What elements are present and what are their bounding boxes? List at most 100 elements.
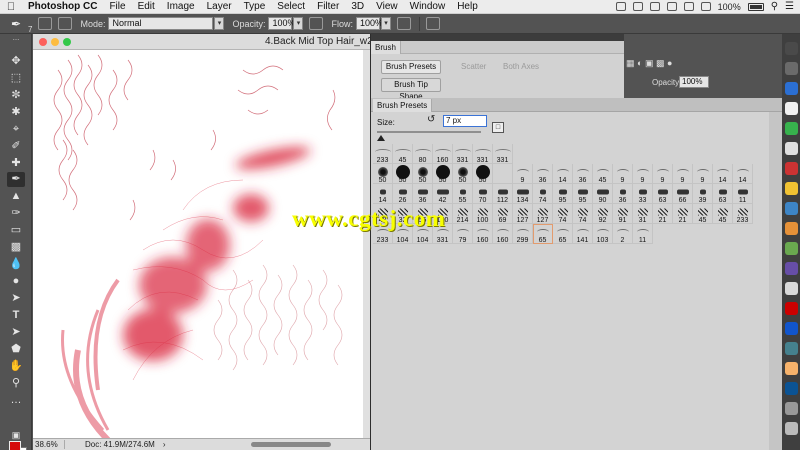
brush-preset-cell[interactable]: 63 <box>713 184 733 204</box>
brush-preset-cell[interactable]: 50 <box>433 164 453 184</box>
size-slider-track[interactable] <box>377 131 481 133</box>
brush-preset-cell[interactable]: 63 <box>653 184 673 204</box>
flow-dropdown-icon[interactable]: ▾ <box>381 17 391 30</box>
brush-preset-cell[interactable]: 14 <box>713 164 733 184</box>
brush-preset-cell[interactable]: 69 <box>493 204 513 224</box>
presets-scrollbar[interactable] <box>769 112 783 450</box>
healing-tool-icon[interactable]: ✚ <box>7 156 25 171</box>
brush-preset-cell[interactable]: 50 <box>413 164 433 184</box>
hand-tool-icon[interactable]: ✋ <box>7 359 25 374</box>
menu-help[interactable]: Help <box>451 1 484 12</box>
brush-preset-cell[interactable]: 9 <box>693 164 713 184</box>
brush-preset-cell[interactable]: 95 <box>553 184 573 204</box>
brush-tool-icon[interactable]: ✒ <box>7 172 25 187</box>
brush-preset-cell[interactable]: 70 <box>473 184 493 204</box>
blur-tool-icon[interactable]: 💧 <box>7 257 25 272</box>
stamp-tool-icon[interactable]: ▲ <box>7 189 25 204</box>
brush-preset-cell[interactable]: 45 <box>713 204 733 224</box>
shape-tool-icon[interactable]: ⬟ <box>7 342 25 357</box>
brush-preset-cell[interactable]: 11 <box>633 224 653 244</box>
dock-app-6[interactable] <box>785 142 798 155</box>
lasso-tool-icon[interactable]: ✼ <box>7 88 25 103</box>
brush-preset-cell[interactable]: 50 <box>373 164 393 184</box>
dock-app-4[interactable] <box>785 102 798 115</box>
brush-preset-cell[interactable]: 141 <box>573 224 593 244</box>
brush-preset-cell[interactable]: 214 <box>453 204 473 224</box>
brush-tip-shape-button[interactable]: Brush Tip Shape <box>381 78 441 101</box>
menu-layer[interactable]: Layer <box>201 1 238 12</box>
dock-app-15[interactable] <box>785 322 798 335</box>
opacity-field[interactable]: 100% <box>268 17 296 30</box>
brush-preset-cell[interactable]: 45 <box>693 204 713 224</box>
brush-preset-cell[interactable]: 36 <box>573 164 593 184</box>
opacity-dropdown-icon[interactable]: ▾ <box>293 17 304 30</box>
brush-preset-cell[interactable]: 33 <box>633 184 653 204</box>
brush-preset-cell[interactable]: 299 <box>513 224 533 244</box>
brush-preset-cell[interactable]: 100 <box>473 204 493 224</box>
brush-preset-cell[interactable]: 50 <box>473 164 493 184</box>
menu-select[interactable]: Select <box>271 1 311 12</box>
brush-preset-cell[interactable]: 14 <box>733 164 753 184</box>
dock-app-11[interactable] <box>785 242 798 255</box>
preset-stroke-preview[interactable]: 233 <box>373 144 393 164</box>
battery-icon[interactable] <box>747 2 764 11</box>
marquee-tool-icon[interactable]: ⬚ <box>7 71 25 86</box>
brush-preset-cell[interactable]: 42 <box>433 184 453 204</box>
dock-app-8[interactable] <box>785 182 798 195</box>
menu-edit[interactable]: Edit <box>132 1 161 12</box>
dock-app-12[interactable] <box>785 262 798 275</box>
mode-dropdown-icon[interactable]: ▾ <box>214 17 225 30</box>
brush-preset-cell[interactable]: 65 <box>533 224 553 244</box>
brush-preset-cell[interactable]: 74 <box>533 184 553 204</box>
brush-preset-cell[interactable]: 55 <box>453 184 473 204</box>
tab-brush-presets[interactable]: Brush Presets <box>373 99 433 112</box>
dock-app-19[interactable] <box>785 402 798 415</box>
preset-stroke-preview[interactable]: 331 <box>473 144 493 164</box>
dock-app-9[interactable] <box>785 202 798 215</box>
crop-tool-icon[interactable]: ⌖ <box>7 122 25 137</box>
menu-3d[interactable]: 3D <box>345 1 370 12</box>
pressure-opacity-icon[interactable] <box>309 17 324 30</box>
screen-icon[interactable] <box>649 2 660 11</box>
brush-preset-cell[interactable]: 14 <box>373 184 393 204</box>
preset-stroke-preview[interactable]: 160 <box>433 144 453 164</box>
brush-preset-cell[interactable]: 74 <box>553 204 573 224</box>
brush-preset-cell[interactable]: 50 <box>393 164 413 184</box>
brush-preset-cell[interactable]: 2 <box>613 224 633 244</box>
brush-preset-cell[interactable]: 233 <box>733 204 753 224</box>
gradient-tool-icon[interactable]: ▩ <box>7 240 25 255</box>
dock-app-10[interactable] <box>785 222 798 235</box>
dock-app-5[interactable] <box>785 122 798 135</box>
new-preset-icon[interactable]: □ <box>492 122 504 133</box>
pen-tool-icon[interactable]: ➤ <box>7 291 25 306</box>
path-select-tool-icon[interactable]: ➤ <box>7 325 25 340</box>
zoom-level[interactable]: 38.6% <box>33 440 65 449</box>
brush-preset-cell[interactable]: 127 <box>513 204 533 224</box>
brush-panel-toggle-icon[interactable] <box>58 17 73 30</box>
menu-filter[interactable]: Filter <box>311 1 345 12</box>
brush-preset-cell[interactable]: 9 <box>653 164 673 184</box>
brush-preset-cell[interactable]: 65 <box>553 224 573 244</box>
menu-window[interactable]: Window <box>404 1 452 12</box>
eyedropper-tool-icon[interactable]: ✐ <box>7 139 25 154</box>
layer-opacity-field[interactable]: 100% <box>679 76 709 88</box>
size-slider-thumb[interactable] <box>377 135 385 141</box>
brush-preset-cell[interactable]: 50 <box>453 164 473 184</box>
canvas[interactable] <box>33 50 370 438</box>
brush-preset-cell[interactable]: 112 <box>493 184 513 204</box>
brush-preset-cell[interactable]: 26 <box>393 184 413 204</box>
brush-preset-cell[interactable]: 103 <box>593 224 613 244</box>
brush-preset-cell[interactable]: 95 <box>573 184 593 204</box>
brush-preset-cell[interactable]: 79 <box>453 224 473 244</box>
dock-app-1[interactable] <box>785 42 798 55</box>
brush-preset-cell[interactable]: 9 <box>633 164 653 184</box>
brush-preset-cell[interactable]: 9 <box>613 164 633 184</box>
brush-panel-grip[interactable] <box>371 34 625 41</box>
tools-collapse-icon[interactable]: … <box>7 35 25 42</box>
apple-icon[interactable]:  <box>0 1 22 13</box>
brush-presets-button[interactable]: Brush Presets <box>381 60 441 74</box>
brush-preset-cell[interactable]: 66 <box>673 184 693 204</box>
drive-icon[interactable] <box>632 2 643 11</box>
wifi-icon[interactable] <box>683 2 694 11</box>
brush-preset-cell[interactable]: 21 <box>673 204 693 224</box>
